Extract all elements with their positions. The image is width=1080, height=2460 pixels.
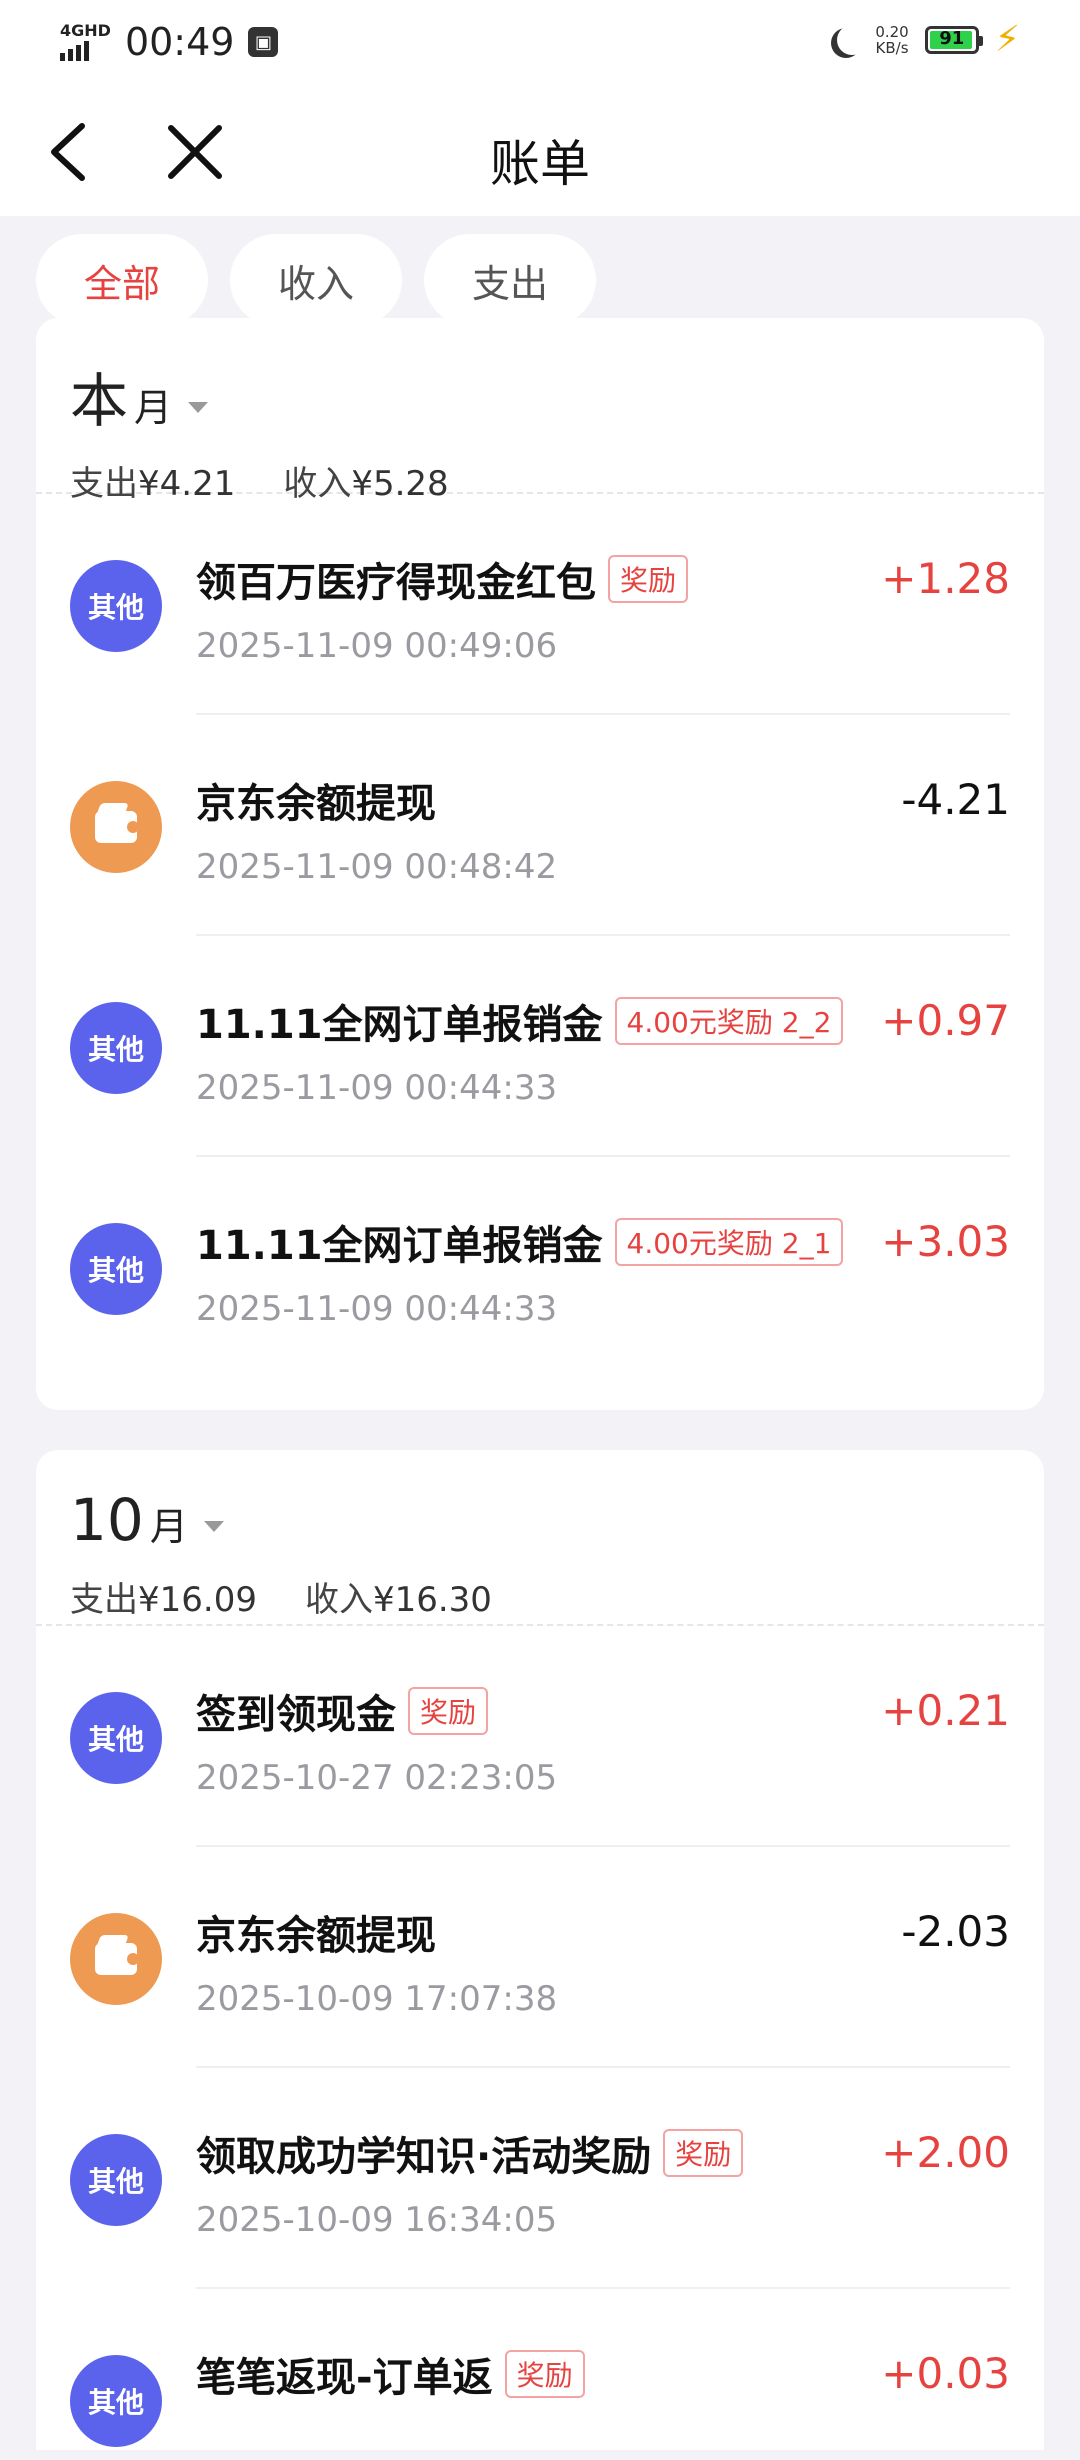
speed-unit: KB/s [875, 39, 909, 57]
category-other-icon: 其他 [70, 2355, 162, 2447]
month-card: 10 月 支出¥16.09 收入¥16.30 其他 签到领现金 奖励 2025-… [36, 1450, 1044, 2450]
transaction-title: 11.11全网订单报销金 [196, 1223, 603, 1269]
transaction-tag: 4.00元奖励 2_2 [614, 997, 844, 1045]
category-other-icon: 其他 [70, 1223, 162, 1315]
transaction-tag: 奖励 [504, 2350, 585, 2398]
nav-bar: 账单 [0, 86, 1080, 216]
status-time: 00:49 [124, 20, 235, 64]
caret-down-icon [203, 1521, 224, 1532]
category-other-icon: 其他 [70, 2134, 162, 2226]
transaction-amount: +2.00 [881, 2128, 1010, 2177]
month-suffix: 月 [149, 1505, 188, 1549]
month-label: 10 [70, 1486, 144, 1554]
transaction-row[interactable]: 京东余额提现 2025-11-09 00:48:42 -4.21 [36, 715, 1044, 936]
transaction-amount: +0.97 [881, 996, 1010, 1045]
filter-all[interactable]: 全部 [36, 234, 208, 326]
category-other-icon: 其他 [70, 1692, 162, 1784]
transaction-title: 11.11全网订单报销金 [196, 1002, 603, 1048]
transaction-date: 2025-10-27 02:23:05 [196, 1758, 558, 1798]
month-summary: 支出¥16.09 收入¥16.30 [70, 1572, 1010, 1621]
month-selector[interactable]: 本 月 [70, 354, 1010, 438]
transaction-row[interactable]: 其他 11.11全网订单报销金 4.00元奖励 2_1 2025-11-09 0… [36, 1157, 1044, 1378]
transaction-date: 2025-11-09 00:49:06 [196, 626, 558, 666]
month-header: 10 月 支出¥16.09 收入¥16.30 [36, 1450, 1044, 1626]
transaction-title: 笔笔返现-订单返 [196, 2355, 493, 2401]
network-type: 4GHD [60, 21, 111, 40]
transaction-date: 2025-10-09 16:34:05 [196, 2200, 558, 2240]
transaction-title: 领取成功学知识·活动奖励 [196, 2134, 652, 2180]
transaction-date: 2025-11-09 00:44:33 [196, 1289, 558, 1329]
moon-icon [837, 25, 867, 55]
transaction-title: 京东余额提现 [196, 781, 436, 827]
signal-icon [60, 39, 111, 61]
charging-icon: ⚡ [994, 19, 1020, 60]
month-card: 本 月 支出¥4.21 收入¥5.28 其他 领百万医疗得现金红包 奖励 202… [36, 318, 1044, 1410]
caret-down-icon [188, 402, 209, 413]
transaction-tag: 奖励 [663, 2129, 744, 2177]
transaction-amount: -4.21 [901, 775, 1010, 824]
transaction-tag: 奖励 [608, 555, 689, 603]
status-right: 0.20 KB/s 91 ⚡ [829, 19, 1020, 60]
transaction-row[interactable]: 其他 领百万医疗得现金红包 奖励 2025-11-09 00:49:06 +1.… [36, 494, 1044, 715]
page-title: 账单 [490, 135, 590, 193]
transaction-row[interactable]: 京东余额提现 2025-10-09 17:07:38 -2.03 [36, 1847, 1044, 2068]
month-selector[interactable]: 10 月 [70, 1486, 1010, 1554]
network-indicator: 4GHD [60, 23, 111, 61]
transaction-date: 2025-11-09 00:48:42 [196, 847, 558, 887]
filter-bar: 全部 收入 支出 [0, 216, 1080, 328]
status-left: 4GHD 00:49 ▣ [60, 20, 279, 64]
month-suffix: 月 [134, 386, 173, 430]
wallet-icon [70, 781, 162, 873]
transaction-amount: +3.03 [881, 1217, 1010, 1266]
transaction-date: 2025-11-09 00:44:33 [196, 1068, 558, 1108]
status-bar: 4GHD 00:49 ▣ 0.20 KB/s 91 ⚡ [0, 0, 1080, 86]
transaction-date: 2025-10-09 17:07:38 [196, 1979, 558, 2019]
transaction-title: 签到领现金 [196, 1692, 396, 1738]
month-expense: 支出¥16.09 [70, 1580, 257, 1620]
filter-expense[interactable]: 支出 [424, 234, 596, 326]
speed-value: 0.20 [875, 23, 909, 41]
transaction-title: 领百万医疗得现金红包 [196, 560, 596, 606]
month-header: 本 月 支出¥4.21 收入¥5.28 [36, 318, 1044, 504]
network-speed: 0.20 KB/s [875, 24, 908, 56]
wallet-icon [70, 1913, 162, 2005]
app-notification-icon: ▣ [248, 27, 279, 57]
transaction-row[interactable]: 其他 领取成功学知识·活动奖励 奖励 2025-10-09 16:34:05 +… [36, 2068, 1044, 2289]
month-label: 本 [70, 367, 129, 435]
category-other-icon: 其他 [70, 1002, 162, 1094]
transaction-tag: 奖励 [408, 1687, 489, 1735]
transaction-tag: 4.00元奖励 2_1 [614, 1218, 844, 1266]
transaction-row[interactable]: 其他 11.11全网订单报销金 4.00元奖励 2_2 2025-11-09 0… [36, 936, 1044, 1157]
filter-income[interactable]: 收入 [230, 234, 402, 326]
transaction-amount: +1.28 [881, 554, 1010, 603]
battery-level: 91 [939, 28, 965, 49]
transaction-row[interactable]: 其他 签到领现金 奖励 2025-10-27 02:23:05 +0.21 [36, 1626, 1044, 1847]
transaction-amount: +0.21 [881, 1686, 1010, 1735]
category-other-icon: 其他 [70, 560, 162, 652]
transaction-title: 京东余额提现 [196, 1913, 436, 1959]
transaction-amount: -2.03 [901, 1907, 1010, 1956]
month-income: 收入¥16.30 [304, 1580, 492, 1620]
battery-icon: 91 [924, 26, 983, 54]
transaction-row[interactable]: 其他 笔笔返现-订单返 奖励 +0.03 [36, 2289, 1044, 2450]
transaction-amount: +0.03 [881, 2349, 1010, 2398]
